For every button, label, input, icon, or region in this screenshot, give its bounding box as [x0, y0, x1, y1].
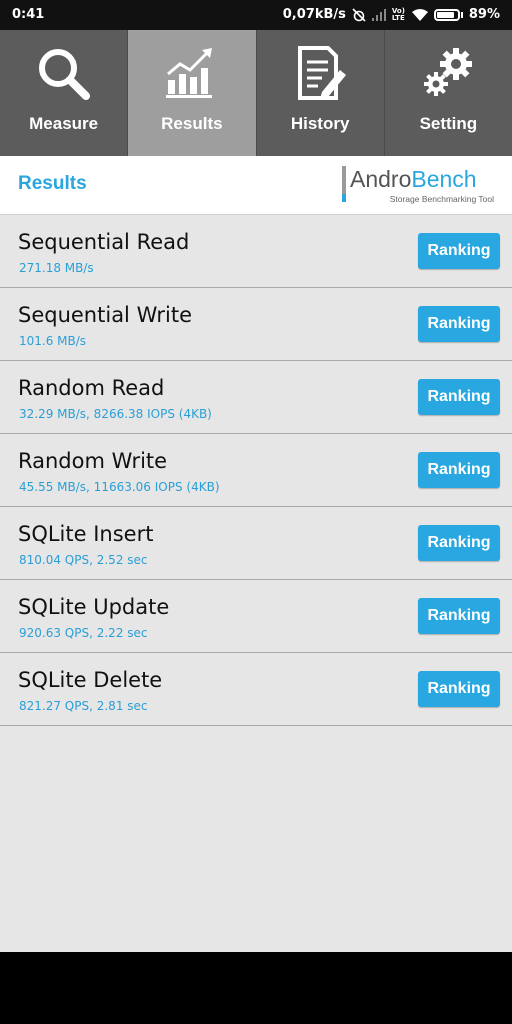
search-icon	[34, 44, 94, 104]
logo-name: AndroBench	[350, 166, 477, 193]
result-name: Random Write	[18, 449, 168, 473]
result-value: 45.55 MB/s, 11663.06 IOPS (4KB)	[19, 480, 220, 494]
result-name: SQLite Delete	[18, 668, 163, 692]
ranking-button-label: Ranking	[427, 607, 491, 624]
ranking-button[interactable]: Ranking	[418, 525, 500, 561]
tab-label: Results	[161, 114, 223, 133]
result-value: 810.04 QPS, 2.52 sec	[19, 553, 148, 567]
signal-icon	[371, 8, 386, 21]
result-value: 101.6 MB/s	[19, 334, 87, 348]
result-name: Sequential Read	[18, 230, 190, 254]
ranking-button[interactable]: Ranking	[418, 379, 500, 415]
ranking-button-label: Ranking	[427, 534, 491, 551]
document-edit-icon	[290, 44, 350, 104]
chart-icon	[162, 44, 222, 104]
tab-results[interactable]: Results	[128, 30, 257, 156]
result-value: 32.29 MB/s, 8266.38 IOPS (4KB)	[19, 407, 212, 421]
tab-bar: Measure Results History Setting	[0, 30, 512, 156]
net-speed: 0,07kB/s	[282, 7, 346, 22]
ranking-button-label: Ranking	[427, 242, 491, 259]
status-bar: 0:41 0,07kB/s Vo) LTE 89%	[0, 0, 512, 30]
tab-measure[interactable]: Measure	[0, 30, 129, 156]
status-time: 0:41	[12, 7, 45, 22]
ranking-button[interactable]: Ranking	[418, 452, 500, 488]
result-row-sequential-write: Sequential Write 101.6 MB/s Ranking	[0, 288, 512, 361]
battery-icon	[433, 8, 463, 21]
logo-tagline: Storage Benchmarking Tool	[389, 194, 494, 204]
ranking-button[interactable]: Ranking	[418, 671, 500, 707]
result-name: SQLite Insert	[18, 522, 154, 546]
page-title: Results	[18, 173, 87, 194]
result-value: 271.18 MB/s	[19, 261, 94, 275]
results-list: Sequential Read 271.18 MB/s Ranking Sequ…	[0, 215, 512, 726]
wifi-icon	[411, 8, 428, 21]
logo-name-part2: Bench	[411, 166, 477, 192]
result-row-sqlite-delete: SQLite Delete 821.27 QPS, 2.81 sec Ranki…	[0, 653, 512, 726]
result-name: Sequential Write	[18, 303, 193, 327]
ranking-button[interactable]: Ranking	[418, 306, 500, 342]
logo-bar	[342, 166, 346, 202]
alarm-off-icon	[352, 7, 366, 22]
logo-name-part1: Andro	[350, 166, 412, 192]
battery-percent: 89%	[468, 7, 500, 22]
ranking-button-label: Ranking	[427, 315, 491, 332]
gears-icon	[418, 44, 478, 104]
result-row-sqlite-insert: SQLite Insert 810.04 QPS, 2.52 sec Ranki…	[0, 507, 512, 580]
status-right: 0,07kB/s Vo) LTE 89%	[283, 7, 500, 22]
ranking-button[interactable]: Ranking	[418, 233, 500, 269]
navigation-bar	[0, 952, 512, 1024]
ranking-button-label: Ranking	[427, 461, 491, 478]
ranking-button-label: Ranking	[427, 680, 491, 697]
ranking-button[interactable]: Ranking	[418, 598, 500, 634]
result-row-random-read: Random Read 32.29 MB/s, 8266.38 IOPS (4K…	[0, 361, 512, 434]
result-value: 920.63 QPS, 2.22 sec	[19, 626, 148, 640]
tab-history[interactable]: History	[257, 30, 385, 156]
volte-icon: Vo) LTE	[391, 6, 405, 22]
result-row-sequential-read: Sequential Read 271.18 MB/s Ranking	[0, 215, 512, 288]
ranking-button-label: Ranking	[427, 388, 491, 405]
tab-label: Measure	[29, 114, 99, 133]
result-name: SQLite Update	[18, 595, 170, 619]
result-name: Random Read	[18, 376, 165, 400]
tab-label: History	[290, 114, 350, 133]
androbench-logo: AndroBench Storage Benchmarking Tool	[342, 166, 494, 208]
tab-label: Setting	[419, 114, 478, 133]
tab-setting[interactable]: Setting	[385, 30, 512, 156]
results-header: Results AndroBench Storage Benchmarking …	[0, 156, 512, 215]
result-value: 821.27 QPS, 2.81 sec	[19, 699, 148, 713]
result-row-random-write: Random Write 45.55 MB/s, 11663.06 IOPS (…	[0, 434, 512, 507]
result-row-sqlite-update: SQLite Update 920.63 QPS, 2.22 sec Ranki…	[0, 580, 512, 653]
